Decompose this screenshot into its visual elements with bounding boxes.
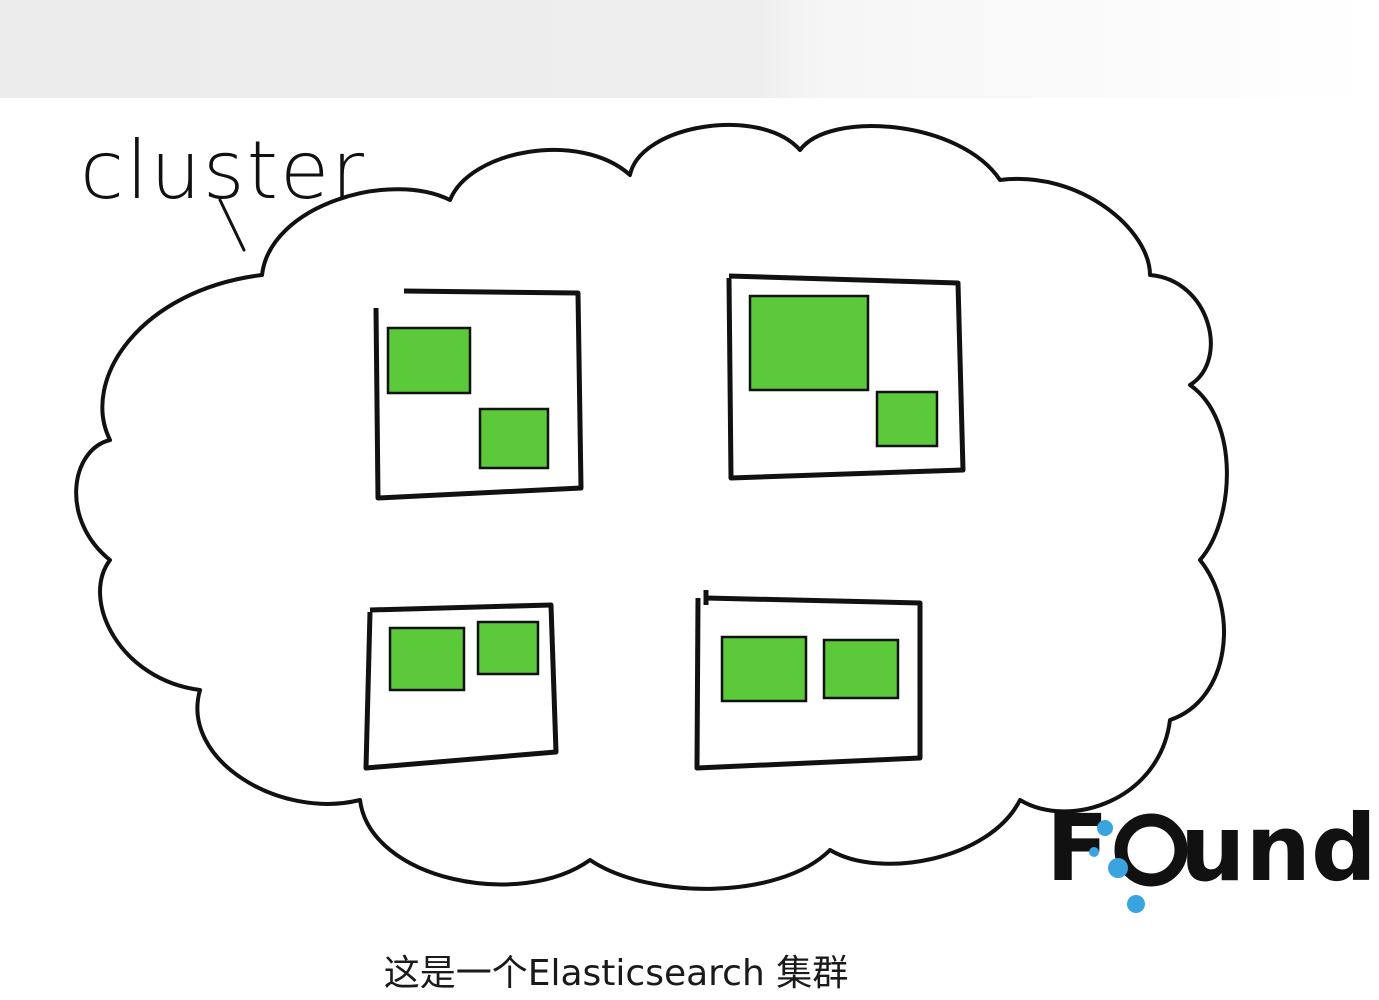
logo-prefix: F xyxy=(1046,795,1109,902)
shard-4a xyxy=(720,635,808,703)
shard-3b xyxy=(476,620,540,676)
shard-2b xyxy=(875,390,939,448)
logo-accent-dot-4 xyxy=(1089,847,1099,857)
logo-accent-dot-2 xyxy=(1108,858,1128,878)
node-box-4 xyxy=(694,590,923,771)
shard-4b xyxy=(822,638,900,700)
found-logo: F und xyxy=(1046,795,1377,913)
logo-accent-dot-1 xyxy=(1097,820,1113,836)
logo-o-ring xyxy=(1114,813,1188,887)
diagram-canvas: cluster F und 这是一个Elasticsearch 集群 xyxy=(0,0,1379,1000)
cluster-diagram: cluster F und xyxy=(74,122,1377,913)
shard-3a xyxy=(388,626,466,692)
shard-2a xyxy=(748,294,870,392)
logo-accent-dot-3 xyxy=(1127,895,1145,913)
shard-1b xyxy=(478,407,550,470)
cluster-cloud xyxy=(74,122,1229,891)
node-box-2 xyxy=(726,273,966,481)
shard-1a xyxy=(386,326,472,395)
node-box-1 xyxy=(373,288,584,501)
logo-suffix: und xyxy=(1180,795,1377,902)
cluster-label: cluster xyxy=(80,124,366,217)
node-box-3 xyxy=(363,602,559,771)
caption-text: 这是一个Elasticsearch 集群 xyxy=(383,953,849,994)
